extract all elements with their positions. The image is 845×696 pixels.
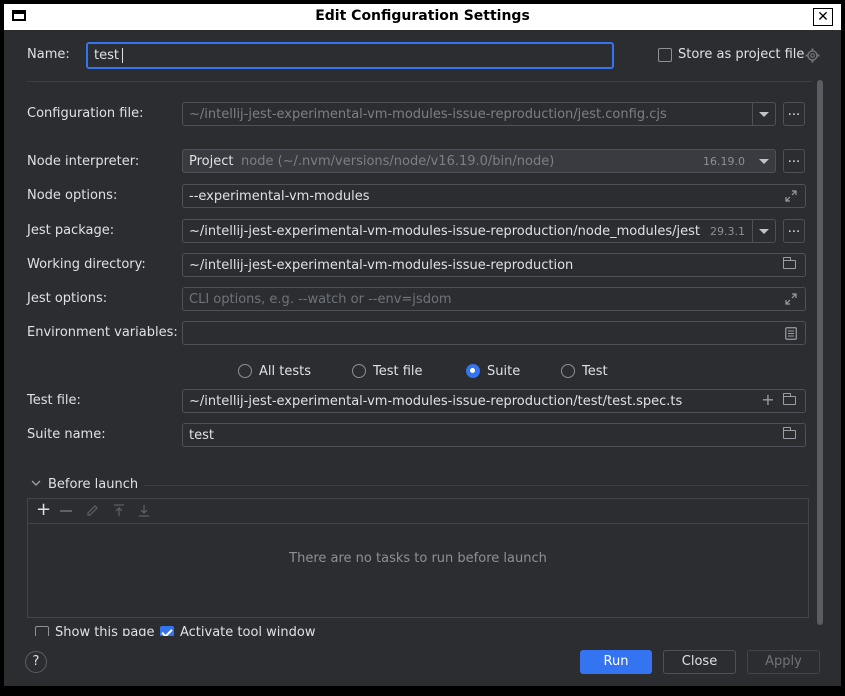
node-version: 16.19.0 bbox=[703, 155, 745, 168]
bottom-options: Show this page Activate tool window bbox=[4, 622, 824, 636]
radio-test-file-label: Test file bbox=[373, 364, 423, 379]
config-file-combo[interactable]: ~/intellij-jest-experimental-vm-modules-… bbox=[182, 102, 776, 126]
dialog-body: Name: test Store as project file Configu… bbox=[4, 30, 841, 686]
radio-test-label: Test bbox=[582, 364, 608, 379]
edit-icon bbox=[87, 505, 98, 516]
jest-options-label: Jest options: bbox=[27, 291, 108, 306]
window-title: Edit Configuration Settings bbox=[315, 8, 530, 24]
jest-options-placeholder: CLI options, e.g. --watch or --env=jsdom bbox=[189, 292, 452, 307]
jest-version: 29.3.1 bbox=[710, 225, 745, 238]
plus-icon[interactable]: + bbox=[761, 392, 775, 408]
chevron-down-icon[interactable] bbox=[753, 150, 775, 172]
jest-package-label: Jest package: bbox=[27, 223, 115, 238]
working-directory-input[interactable]: ~/intellij-jest-experimental-vm-modules-… bbox=[182, 253, 806, 277]
document-icon[interactable] bbox=[785, 327, 797, 340]
env-vars-label: Environment variables: bbox=[27, 325, 178, 340]
jest-options-input[interactable]: CLI options, e.g. --watch or --env=jsdom bbox=[182, 287, 806, 311]
chevron-down-icon[interactable] bbox=[31, 479, 41, 487]
folder-icon[interactable] bbox=[782, 393, 796, 405]
divider bbox=[144, 485, 809, 486]
node-options-label: Node options: bbox=[27, 188, 118, 203]
before-launch-toolbar: + bbox=[28, 499, 808, 524]
chevron-down-icon[interactable] bbox=[752, 220, 775, 242]
name-input[interactable]: test bbox=[86, 42, 614, 69]
radio-all-tests-label: All tests bbox=[259, 364, 311, 379]
node-options-input[interactable]: --experimental-vm-modules bbox=[182, 184, 806, 208]
expand-icon[interactable] bbox=[785, 190, 797, 202]
working-directory-label: Working directory: bbox=[27, 257, 146, 272]
node-interpreter-browse-button[interactable]: ... bbox=[783, 149, 805, 173]
apply-button[interactable]: Apply bbox=[747, 650, 820, 674]
config-file-browse-button[interactable]: ... bbox=[783, 102, 805, 126]
gear-icon[interactable] bbox=[805, 48, 820, 63]
radio-suite-label: Suite bbox=[487, 364, 521, 379]
text-cursor bbox=[122, 48, 123, 63]
show-this-page-checkbox[interactable] bbox=[35, 626, 49, 636]
store-as-project-file-label: Store as project file bbox=[678, 47, 805, 62]
expand-icon[interactable] bbox=[785, 293, 797, 305]
radio-all-tests[interactable] bbox=[238, 364, 252, 378]
suite-name-input[interactable]: test bbox=[182, 423, 806, 447]
folder-icon[interactable] bbox=[782, 257, 796, 269]
node-interpreter-prefix: Project bbox=[189, 154, 234, 169]
env-vars-input[interactable] bbox=[182, 321, 806, 345]
config-file-value: ~/intellij-jest-experimental-vm-modules-… bbox=[189, 107, 667, 122]
chevron-down-icon[interactable] bbox=[752, 103, 775, 125]
radio-test[interactable] bbox=[561, 364, 575, 378]
working-directory-value: ~/intellij-jest-experimental-vm-modules-… bbox=[189, 258, 574, 273]
jest-package-combo[interactable]: ~/intellij-jest-experimental-vm-modules-… bbox=[182, 219, 776, 243]
node-interpreter-value: node (~/.nvm/versions/node/v16.19.0/bin/… bbox=[241, 154, 555, 169]
move-down-icon bbox=[139, 505, 149, 517]
suite-name-label: Suite name: bbox=[27, 427, 106, 442]
node-options-value: --experimental-vm-modules bbox=[189, 189, 370, 204]
store-as-project-file-checkbox[interactable] bbox=[658, 48, 672, 62]
add-icon[interactable]: + bbox=[36, 499, 51, 520]
help-button[interactable]: ? bbox=[25, 651, 47, 673]
name-value: test bbox=[94, 48, 119, 63]
folder-icon[interactable] bbox=[782, 427, 796, 439]
jest-package-value: ~/intellij-jest-experimental-vm-modules-… bbox=[189, 224, 700, 239]
window-close-button[interactable]: ✕ bbox=[813, 8, 833, 26]
node-interpreter-label: Node interpreter: bbox=[27, 154, 140, 169]
activate-tool-window-label: Activate tool window bbox=[180, 625, 316, 636]
config-file-label: Configuration file: bbox=[27, 106, 144, 121]
test-file-value: ~/intellij-jest-experimental-vm-modules-… bbox=[189, 394, 683, 409]
close-button[interactable]: Close bbox=[663, 650, 736, 674]
node-interpreter-combo[interactable]: Project node (~/.nvm/versions/node/v16.1… bbox=[182, 149, 776, 173]
remove-icon bbox=[60, 510, 72, 512]
name-label: Name: bbox=[27, 47, 70, 62]
before-launch-label[interactable]: Before launch bbox=[48, 477, 138, 492]
divider bbox=[27, 81, 812, 82]
move-up-icon bbox=[114, 504, 124, 516]
before-launch-empty-text: There are no tasks to run before launch bbox=[289, 551, 547, 566]
dialog-window: Edit Configuration Settings ✕ Name: test… bbox=[0, 0, 845, 696]
run-button[interactable]: Run bbox=[580, 650, 652, 674]
scrollbar[interactable] bbox=[817, 80, 823, 625]
title-bar: Edit Configuration Settings ✕ bbox=[4, 4, 841, 30]
radio-suite[interactable] bbox=[466, 364, 480, 378]
suite-name-value: test bbox=[189, 428, 214, 443]
before-launch-panel: + There are no tasks to run before launc… bbox=[27, 498, 809, 618]
activate-tool-window-checkbox[interactable] bbox=[160, 626, 174, 636]
show-this-page-label: Show this page bbox=[55, 625, 155, 636]
radio-test-file[interactable] bbox=[352, 364, 366, 378]
test-file-input[interactable]: ~/intellij-jest-experimental-vm-modules-… bbox=[182, 389, 806, 413]
jest-package-browse-button[interactable]: ... bbox=[783, 219, 805, 243]
test-file-label: Test file: bbox=[27, 393, 81, 408]
